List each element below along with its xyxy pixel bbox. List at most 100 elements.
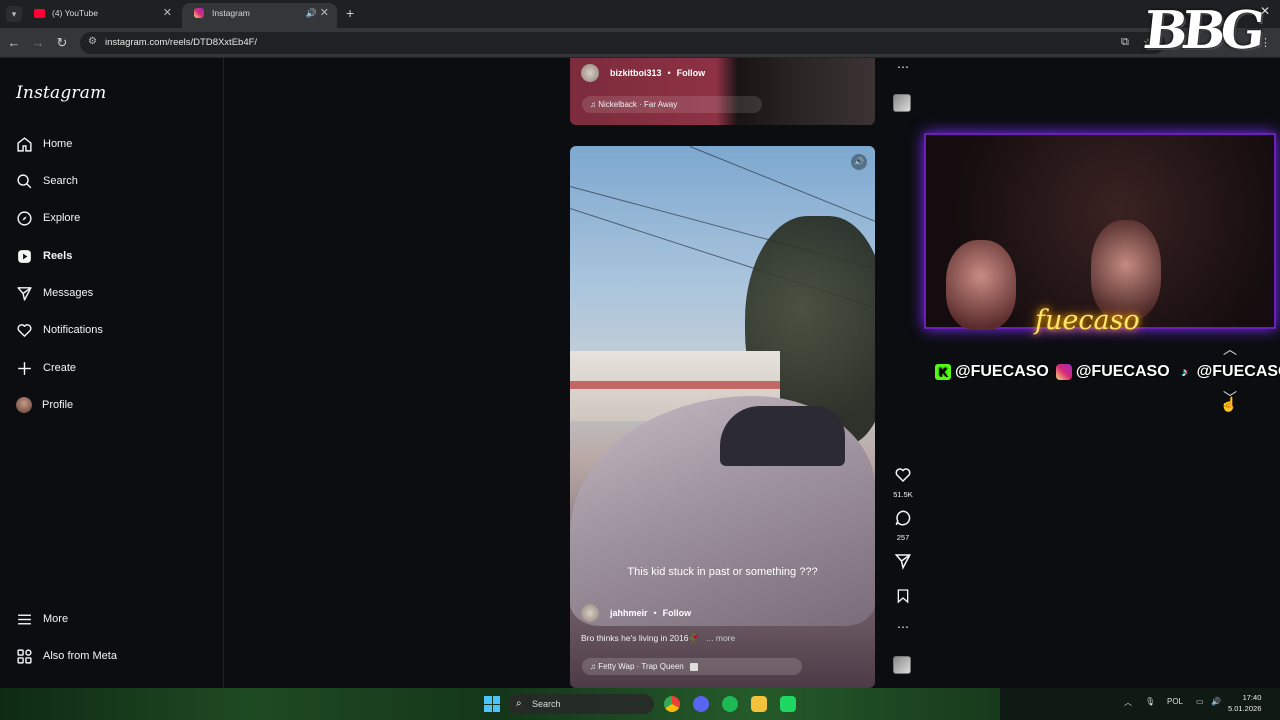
reel-caption-row: Bro thinks he's living in 2016🥀 ... more (581, 633, 735, 644)
sidebar-item-more[interactable]: More (16, 606, 216, 632)
save-button[interactable] (892, 587, 914, 610)
heart-icon (17, 323, 32, 337)
sidebar-item-search[interactable]: Search (16, 168, 216, 194)
sidebar-item-label: Explore (43, 212, 81, 224)
spotify-icon[interactable] (722, 696, 738, 712)
avatar[interactable] (581, 604, 599, 622)
comment-icon (895, 510, 911, 526)
avatar[interactable] (581, 64, 599, 82)
tab-search-button[interactable]: ▾ (6, 6, 22, 22)
clock-date: 5.01.2026 (1228, 704, 1262, 713)
reel-username[interactable]: jahhmeir (610, 608, 648, 618)
reel-card-current[interactable]: 🔊 This kid stuck in past or something ??… (570, 146, 875, 688)
reel-music-pill[interactable]: ♫ Nickelback · Far Away (582, 96, 762, 113)
heart-icon (895, 468, 911, 483)
volume-icon[interactable]: 🔊 (1211, 697, 1221, 706)
webcam-person-left (946, 240, 1016, 330)
tray-chevron-up-icon[interactable]: ︿ (1124, 697, 1132, 708)
reel-author-row: jahhmeir • Follow (581, 604, 691, 622)
sidebar-item-profile[interactable]: Profile (16, 392, 216, 418)
instagram-logo[interactable]: Instagram (16, 83, 106, 103)
tiktok-icon: ♪ (1181, 365, 1188, 379)
reel-caption: Bro thinks he's living in 2016🥀 (581, 633, 700, 643)
social-kick: K @FUECASO (935, 363, 1049, 381)
windows-start-icon[interactable] (484, 696, 500, 712)
sidebar-item-label: Notifications (43, 324, 103, 336)
sidebar-item-create[interactable]: Create (16, 355, 216, 381)
chrome-icon[interactable] (664, 696, 680, 712)
streamer-socials: K @FUECASO @FUECASO ♪ @FUECASOO (935, 361, 1280, 383)
reel-username[interactable]: bizkitboi313 (610, 68, 662, 78)
address-bar[interactable]: ⚙ instagram.com/reels/DTD8XxtEb4F/ (80, 32, 1165, 54)
more-options-icon[interactable]: ⋯ (892, 60, 914, 74)
sidebar-item-messages[interactable]: Messages (16, 280, 216, 306)
input-language[interactable]: POL (1167, 697, 1183, 706)
follow-button[interactable]: Follow (677, 68, 706, 78)
separator-dot: • (653, 608, 657, 618)
search-icon (17, 173, 32, 188)
sidebar-item-notifications[interactable]: Notifications (16, 317, 216, 343)
sidebar-item-label: Profile (42, 399, 74, 411)
site-info-icon[interactable]: ⚙ (88, 36, 97, 47)
tab-audio-icon[interactable]: 🔊 (306, 3, 317, 24)
windows-taskbar: ⌕ Search ︿ 🎙 POL ▭ 🔊 17:40 5.01.2026 (0, 688, 1280, 720)
webcam-overlay (924, 133, 1276, 330)
like-button[interactable]: 51.5K (892, 466, 914, 499)
tab-youtube[interactable]: (4) YouTube ✕ (22, 3, 180, 28)
tab-title: Instagram (212, 8, 250, 18)
mouse-cursor-icon: ☝ (1220, 396, 1238, 412)
separator-dot: • (667, 68, 671, 78)
sidebar-item-label: More (43, 613, 69, 625)
sidebar-item-label: Search (43, 175, 78, 187)
clock-time: 17:40 (1242, 693, 1262, 702)
microphone-icon[interactable]: 🎙 (1145, 697, 1155, 706)
reload-icon[interactable]: ↻ (54, 34, 70, 52)
paper-plane-icon (17, 286, 32, 301)
sidebar-item-label: Home (43, 138, 73, 150)
social-handle: @FUECASO (955, 363, 1049, 380)
previous-reel-chevron-up-icon[interactable]: ︿ (1219, 338, 1241, 360)
discord-icon[interactable] (693, 696, 709, 712)
reel-scene-wire (689, 146, 875, 230)
audio-thumbnail[interactable] (893, 94, 911, 112)
taskbar-search[interactable]: ⌕ Search (508, 694, 654, 714)
social-tiktok: ♪ @FUECASOO (1177, 363, 1280, 381)
sidebar-item-label: Also from Meta (43, 650, 117, 662)
sidebar-item-also-from-meta[interactable]: Also from Meta (16, 643, 216, 669)
sidebar-item-reels[interactable]: Reels (16, 243, 216, 269)
close-tab-icon[interactable]: ✕ (320, 3, 329, 24)
sidebar-item-explore[interactable]: Explore (16, 205, 216, 231)
taskbar-clock[interactable]: 17:40 5.01.2026 (1228, 692, 1261, 714)
more-options-icon[interactable]: ⋯ (892, 620, 914, 634)
forward-arrow-icon[interactable]: → (30, 34, 46, 52)
meta-apps-icon (17, 648, 32, 664)
streamer-neon-name: fuecaso (1035, 305, 1140, 336)
caption-more-link[interactable]: ... more (706, 633, 735, 643)
share-button[interactable] (892, 552, 914, 575)
avatar (16, 397, 32, 413)
new-tab-button[interactable]: + (346, 5, 354, 21)
reels-icon (18, 249, 31, 263)
volume-icon[interactable]: 🔊 (851, 154, 867, 170)
close-tab-icon[interactable]: ✕ (163, 3, 172, 24)
comment-button[interactable]: 257 (892, 509, 914, 542)
social-instagram: @FUECASO (1055, 363, 1170, 381)
display-icon[interactable]: ▭ (1196, 697, 1204, 706)
reel-music-pill[interactable]: ♫ Fetty Wap · Trap Queen (582, 658, 802, 675)
reel-card-previous[interactable]: bizkitboi313 • Follow ♫ Nickelback · Far… (570, 58, 875, 125)
compass-icon (17, 210, 32, 226)
install-app-icon[interactable]: ⧉ (1121, 36, 1129, 49)
search-icon: ⌕ (516, 698, 522, 709)
follow-button[interactable]: Follow (663, 608, 692, 618)
back-arrow-icon[interactable]: ← (6, 34, 22, 52)
app-icon[interactable] (780, 696, 796, 712)
instagram-favicon-icon (194, 8, 204, 18)
music-title: Fetty Wap · Trap Queen (598, 662, 684, 671)
sidebar-item-label: Create (43, 362, 77, 374)
file-explorer-icon[interactable] (751, 696, 767, 712)
sidebar-item-home[interactable]: Home (16, 131, 216, 157)
stream-background-strip (0, 688, 1000, 720)
audio-thumbnail[interactable] (893, 656, 911, 674)
instagram-icon (1055, 364, 1072, 380)
tab-instagram[interactable]: Instagram 🔊 ✕ (182, 3, 337, 28)
